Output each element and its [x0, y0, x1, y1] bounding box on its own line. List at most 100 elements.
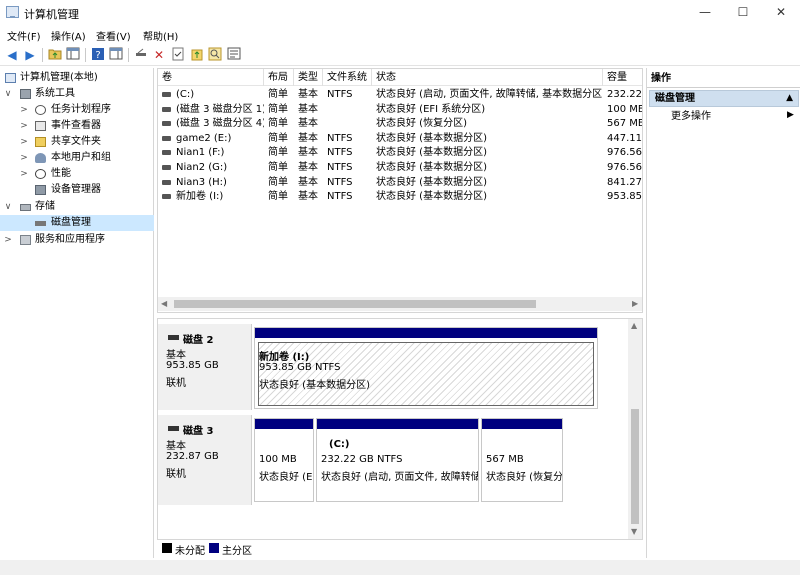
partition-status: 状态良好 (启动, 页面文件, 故障转储 [321, 472, 478, 483]
expand-arrow-icon[interactable]: > [19, 166, 29, 182]
column-header-capacity[interactable]: 容量 [603, 69, 642, 86]
table-row[interactable]: (磁盘 3 磁盘分区 4) 简单 基本 状态良好 (恢复分区) 567 ME [158, 117, 642, 132]
table-row[interactable]: (磁盘 3 磁盘分区 1) 简单 基本 状态良好 (EFI 系统分区) 100 ME [158, 103, 642, 118]
partition-efi[interactable]: 100 MB 状态良好 (E [254, 418, 314, 502]
forward-icon[interactable]: ▶ [22, 47, 38, 63]
tree-item-task-scheduler[interactable]: > 任务计划程序 [0, 102, 154, 118]
scroll-right-icon[interactable]: ▶ [632, 299, 638, 308]
menu-view[interactable]: 查看(V) [96, 28, 131, 43]
tree-item-shared-folders[interactable]: > 共享文件夹 [0, 134, 154, 150]
view-icon[interactable] [108, 47, 124, 63]
horizontal-scrollbar[interactable]: ◀ ▶ [158, 297, 642, 311]
back-icon[interactable]: ◀ [4, 47, 20, 63]
tree-item-label: 服务和应用程序 [35, 234, 105, 245]
actions-header: 操作 [647, 70, 800, 88]
scrollbar-thumb[interactable] [631, 409, 639, 524]
table-cell-capacity: 841.27 [607, 176, 642, 188]
expand-arrow-icon[interactable]: ∨ [3, 199, 13, 215]
column-header-filesystem[interactable]: 文件系统 [323, 69, 372, 86]
table-cell-volume: Nian3 (H:) [176, 176, 227, 188]
collapse-arrow-icon[interactable]: ▲ [786, 91, 793, 106]
table-row[interactable]: Nian1 (F:) 简单 基本 NTFS 状态良好 (基本数据分区) 976.56 [158, 146, 642, 161]
check-icon[interactable] [170, 47, 186, 63]
event-viewer-icon [35, 121, 46, 131]
tree-item-label: 计算机管理(本地) [20, 72, 98, 83]
scrollbar-thumb[interactable] [174, 300, 536, 308]
disk-3-info[interactable]: 磁盘 3 基本 232.87 GB 联机 [158, 415, 252, 505]
column-header-volume[interactable]: 卷 [158, 69, 264, 86]
table-cell-volume: game2 (E:) [176, 132, 232, 144]
table-cell-volume: Nian1 (F:) [176, 147, 225, 159]
tree-item-label: 设备管理器 [51, 184, 101, 195]
tree-item-label: 存储 [35, 201, 55, 212]
column-header-status[interactable]: 状态 [372, 69, 603, 86]
menu-action[interactable]: 操作(A) [51, 28, 86, 43]
tree-item-services-applications[interactable]: > 服务和应用程序 [0, 232, 154, 248]
tools-icon [20, 89, 31, 99]
vertical-scrollbar[interactable]: ▲ ▼ [628, 319, 642, 539]
expand-arrow-icon[interactable]: ∨ [3, 86, 13, 102]
tree-item-event-viewer[interactable]: > 事件查看器 [0, 118, 154, 134]
table-row[interactable]: (C:) 简单 基本 NTFS 状态良好 (启动, 页面文件, 故障转储, 基本数据分区… [158, 88, 642, 103]
minimize-button[interactable]: — [686, 0, 724, 26]
help-icon[interactable]: ? [90, 47, 106, 63]
maximize-button[interactable]: ☐ [724, 0, 762, 26]
disk-2-info[interactable]: 磁盘 2 基本 953.85 GB 联机 [158, 324, 252, 410]
table-cell-layout: 简单 [268, 103, 288, 115]
column-header-layout[interactable]: 布局 [264, 69, 294, 86]
table-cell-volume: (磁盘 3 磁盘分区 4) [176, 118, 264, 130]
expand-arrow-icon[interactable]: > [3, 232, 13, 248]
properties-icon[interactable] [226, 47, 242, 63]
partition-c[interactable]: (C:) 232.22 GB NTFS 状态良好 (启动, 页面文件, 故障转储 [316, 418, 479, 502]
primary-partition-bar [482, 419, 562, 429]
delete-icon[interactable]: ✕ [151, 47, 167, 63]
partition-size: 232.22 GB NTFS [321, 454, 403, 465]
tree-item-local-users-groups[interactable]: > 本地用户和组 [0, 150, 154, 166]
expand-arrow-icon[interactable]: > [19, 102, 29, 118]
primary-partition-bar [317, 419, 478, 429]
partition-recovery[interactable]: 567 MB 状态良好 (恢复分 [481, 418, 563, 502]
tree-item-disk-management[interactable]: 磁盘管理 [0, 215, 154, 231]
folder-up-icon[interactable] [47, 47, 63, 63]
scroll-up-icon[interactable]: ▲ [631, 321, 637, 330]
scroll-down-icon[interactable]: ▼ [631, 527, 637, 536]
close-button[interactable]: ✕ [762, 0, 800, 26]
column-header-type[interactable]: 类型 [294, 69, 323, 86]
expand-arrow-icon[interactable]: > [19, 150, 29, 166]
menu-help[interactable]: 帮助(H) [143, 28, 178, 43]
svg-text:?: ? [95, 50, 100, 61]
clock-icon [35, 105, 46, 115]
actions-section-disk-management[interactable]: 磁盘管理 ▲ [649, 90, 799, 107]
performance-icon [35, 169, 46, 179]
table-cell-type: 基本 [298, 89, 318, 100]
table-row[interactable]: Nian3 (H:) 简单 基本 NTFS 状态良好 (基本数据分区) 841.27 [158, 176, 642, 191]
more-actions-item[interactable]: 更多操作 [671, 110, 711, 124]
expand-arrow-icon[interactable]: > [19, 118, 29, 134]
table-cell-type: 基本 [298, 176, 318, 188]
tree-item-system-tools[interactable]: ∨ 系统工具 [0, 86, 154, 102]
table-cell-filesystem: NTFS [327, 176, 353, 188]
show-hide-tree-icon[interactable] [65, 47, 81, 63]
primary-partition-bar [255, 328, 597, 338]
tree-item-storage[interactable]: ∨ 存储 [0, 199, 154, 215]
submenu-arrow-icon[interactable]: ▶ [787, 110, 794, 120]
table-row[interactable]: Nian2 (G:) 简单 基本 NTFS 状态良好 (基本数据分区) 976.56 [158, 161, 642, 176]
window-title: 计算机管理 [24, 8, 79, 21]
tree-item-performance[interactable]: > 性能 [0, 166, 154, 182]
connect-icon[interactable] [133, 47, 149, 63]
tree-item-computer-management[interactable]: 计算机管理(本地) [0, 70, 154, 86]
more-actions-label: 更多操作 [671, 111, 711, 122]
disk-status: 联机 [166, 378, 186, 389]
table-cell-capacity: 232.22 [607, 89, 642, 100]
table-cell-status: 状态良好 (启动, 页面文件, 故障转储, 基本数据分区) [376, 89, 603, 100]
scroll-left-icon[interactable]: ◀ [161, 299, 167, 308]
disk-icon [168, 426, 179, 431]
expand-arrow-icon[interactable]: > [19, 134, 29, 150]
partition-new-volume-i[interactable]: 新加卷 (I:) 953.85 GB NTFS 状态良好 (基本数据分区) [254, 327, 598, 409]
open-icon[interactable] [189, 47, 205, 63]
table-row[interactable]: 新加卷 (I:) 简单 基本 NTFS 状态良好 (基本数据分区) 953.85 [158, 190, 642, 205]
search-icon[interactable] [207, 47, 223, 63]
table-row[interactable]: game2 (E:) 简单 基本 NTFS 状态良好 (基本数据分区) 447.11 [158, 132, 642, 147]
menu-file[interactable]: 文件(F) [7, 28, 41, 43]
tree-item-device-manager[interactable]: 设备管理器 [0, 182, 154, 198]
